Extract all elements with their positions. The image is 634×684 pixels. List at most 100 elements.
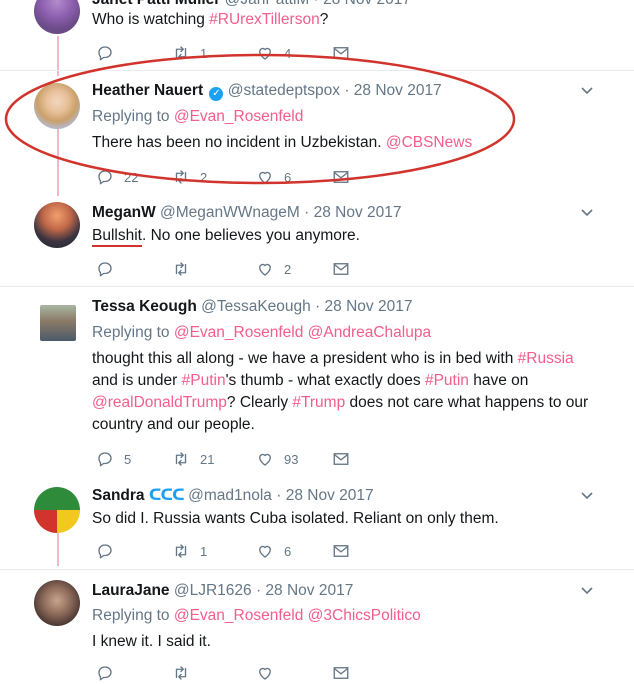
user-handle[interactable]: @statedeptspox: [228, 82, 340, 99]
retweet-button[interactable]: 1: [172, 44, 207, 62]
direct-message-button[interactable]: [332, 260, 360, 278]
retweet-icon: [175, 666, 187, 680]
tweet-date[interactable]: · 28 Nov 2017: [256, 582, 353, 599]
reply-button[interactable]: [96, 664, 124, 682]
user-handle[interactable]: @mad1nola: [188, 487, 272, 504]
tweet-date[interactable]: · 28 Nov 2017: [314, 0, 411, 8]
tweet-header: MeganW @MeganWWnageM · 28 Nov 2017: [92, 203, 402, 223]
user-name[interactable]: Janet Patti Muller: [92, 0, 220, 8]
user-handle[interactable]: @JanPattiM: [225, 0, 310, 8]
heart-icon: [259, 263, 271, 276]
retweet-button[interactable]: 1: [172, 542, 207, 560]
retweet-button[interactable]: 21: [172, 450, 214, 468]
avatar[interactable]: [34, 202, 80, 248]
reply-icon: [98, 544, 112, 559]
avatar[interactable]: [40, 305, 76, 341]
retweet-icon: [175, 46, 187, 60]
like-button[interactable]: 2: [256, 260, 291, 278]
tweet-actions: 5 21 93: [92, 450, 392, 470]
user-handle[interactable]: @MeganWWnageM: [160, 204, 300, 221]
tweet-actions: [92, 664, 392, 684]
direct-message-button[interactable]: [332, 542, 360, 560]
tweet-text: I knew it. I said it.: [92, 633, 211, 650]
retweet-button[interactable]: [172, 664, 200, 682]
hashtag-link[interactable]: #Putin: [425, 372, 469, 389]
tweet[interactable]: Sandra ᑕᑕᑕ @mad1nola · 28 Nov 2017 So di…: [0, 475, 634, 569]
retweet-icon: [175, 170, 187, 184]
wave-emoji-icon: ᑕᑕᑕ: [148, 487, 185, 504]
envelope-icon: [333, 453, 349, 465]
tweet-header: Heather Nauert ✓ @statedeptspox · 28 Nov…: [92, 81, 442, 101]
chevron-down-icon[interactable]: [580, 206, 594, 220]
hashtag-link[interactable]: #RUrexTillerson: [209, 11, 320, 28]
direct-message-button[interactable]: [332, 450, 360, 468]
tweet-header: Sandra ᑕᑕᑕ @mad1nola · 28 Nov 2017: [92, 486, 374, 506]
reply-button[interactable]: [96, 260, 124, 278]
like-button[interactable]: 4: [256, 44, 291, 62]
reply-icon: [98, 262, 112, 277]
like-button[interactable]: 6: [256, 542, 291, 560]
underlined-word: Bullshit: [92, 227, 142, 247]
tweet-actions: 1 6: [92, 542, 392, 562]
tweet[interactable]: LauraJane @LJR1626 · 28 Nov 2017 Replyin…: [0, 570, 634, 681]
tweet-date[interactable]: · 28 Nov 2017: [276, 487, 373, 504]
retweet-button[interactable]: [172, 260, 200, 278]
direct-message-button[interactable]: [332, 44, 360, 62]
tweet-text: There has been no incident in Uzbekistan…: [92, 134, 473, 151]
hashtag-link[interactable]: #Russia: [518, 350, 574, 367]
chevron-down-icon[interactable]: [580, 489, 594, 503]
replying-to: Replying to @Evan_Rosenfeld: [92, 108, 304, 125]
retweet-icon: [175, 544, 187, 558]
direct-message-button[interactable]: [332, 664, 360, 682]
hashtag-link[interactable]: #Trump: [292, 394, 345, 411]
reply-button[interactable]: 5: [96, 450, 131, 468]
user-name[interactable]: Heather Nauert: [92, 82, 203, 99]
user-name[interactable]: MeganW: [92, 204, 156, 221]
like-button[interactable]: [256, 664, 284, 682]
user-name[interactable]: Tessa Keough: [92, 298, 197, 315]
hashtag-link[interactable]: #Putin: [182, 372, 226, 389]
like-button[interactable]: 6: [256, 168, 291, 186]
envelope-icon: [333, 545, 349, 557]
tweet-date[interactable]: · 28 Nov 2017: [315, 298, 412, 315]
tweet-text: So did I. Russia wants Cuba isolated. Re…: [92, 510, 499, 527]
reply-button[interactable]: 22: [96, 168, 138, 186]
user-handle[interactable]: @TessaKeough: [201, 298, 311, 315]
user-handle[interactable]: @LJR1626: [174, 582, 252, 599]
user-name[interactable]: Sandra: [92, 487, 145, 504]
heart-icon: [259, 667, 271, 680]
tweet-text: thought this all along - we have a presi…: [92, 350, 589, 433]
tweet[interactable]: Janet Patti Muller @JanPattiM · 28 Nov 2…: [0, 0, 634, 70]
avatar[interactable]: [34, 0, 80, 34]
direct-message-button[interactable]: [332, 168, 360, 186]
avatar[interactable]: [34, 83, 80, 129]
heart-icon: [259, 47, 271, 60]
avatar[interactable]: [34, 580, 80, 626]
tweet-text: Bullshit. No one believes you anymore.: [92, 225, 612, 247]
retweet-icon: [175, 262, 187, 276]
tweet[interactable]: Heather Nauert ✓ @statedeptspox · 28 Nov…: [0, 70, 634, 196]
verified-badge-icon: ✓: [209, 87, 224, 101]
chevron-down-icon[interactable]: [580, 584, 594, 598]
tweet[interactable]: MeganW @MeganWWnageM · 28 Nov 2017 Bulls…: [0, 196, 634, 286]
like-button[interactable]: 93: [256, 450, 298, 468]
replying-to: Replying to @Evan_Rosenfeld @3ChicsPolit…: [92, 607, 421, 624]
reply-button[interactable]: [96, 542, 124, 560]
mention-link[interactable]: @Evan_Rosenfeld @AndreaChalupa: [174, 324, 431, 341]
avatar[interactable]: [34, 487, 80, 533]
tweet-actions: 1 4: [92, 44, 392, 64]
reply-icon: [98, 46, 112, 61]
tweet-date[interactable]: · 28 Nov 2017: [304, 204, 401, 221]
reply-icon: [98, 666, 112, 681]
tweet[interactable]: Tessa Keough @TessaKeough · 28 Nov 2017 …: [0, 287, 634, 475]
chevron-down-icon[interactable]: [580, 84, 594, 98]
mention-link[interactable]: @CBSNews: [386, 134, 472, 151]
mention-link[interactable]: @realDonaldTrump: [92, 394, 227, 411]
mention-link[interactable]: @Evan_Rosenfeld @3ChicsPolitico: [174, 607, 421, 624]
tweet-date[interactable]: · 28 Nov 2017: [344, 82, 441, 99]
mention-link[interactable]: @Evan_Rosenfeld: [174, 108, 303, 125]
heart-icon: [259, 171, 271, 184]
user-name[interactable]: LauraJane: [92, 582, 170, 599]
reply-button[interactable]: [96, 44, 124, 62]
retweet-button[interactable]: 2: [172, 168, 207, 186]
